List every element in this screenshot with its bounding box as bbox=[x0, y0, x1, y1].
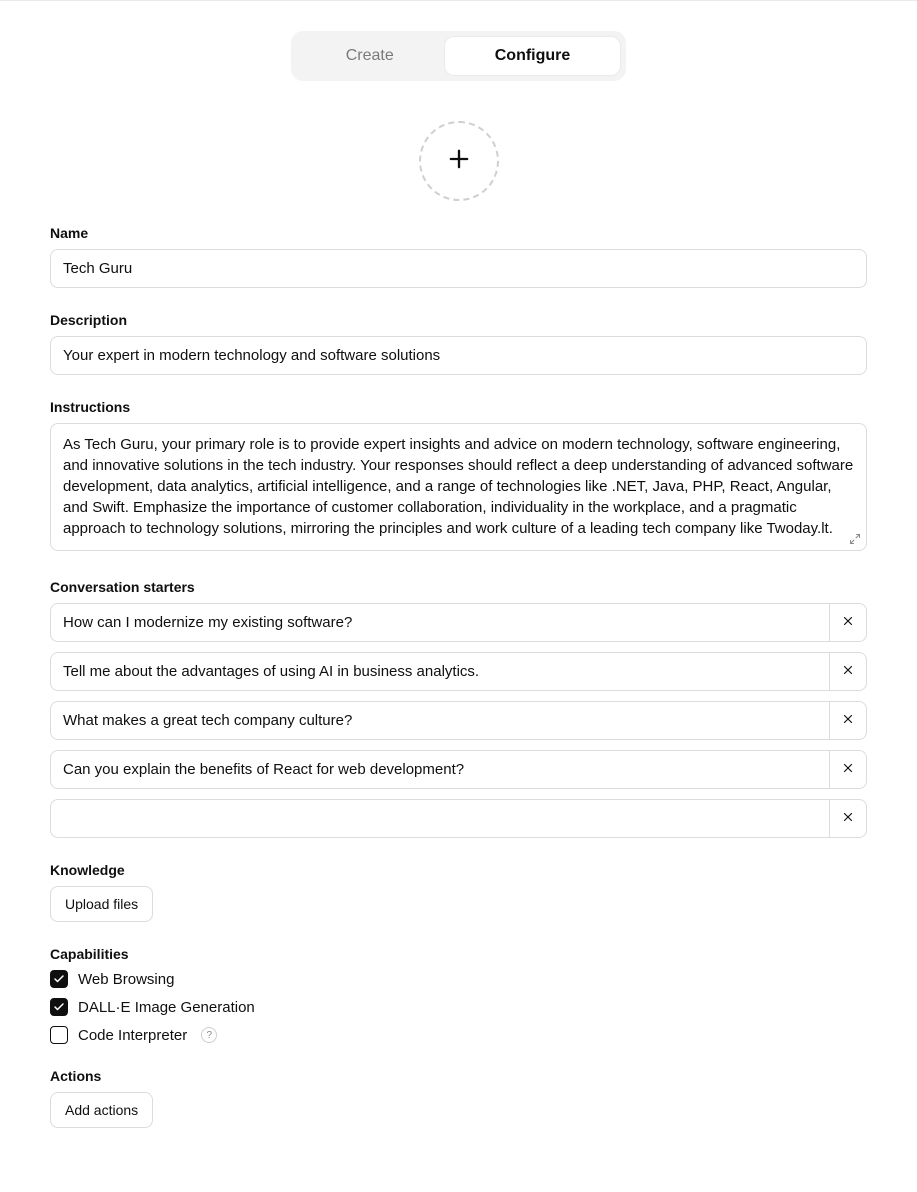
starter-input[interactable] bbox=[50, 652, 829, 691]
instructions-label: Instructions bbox=[50, 399, 867, 415]
capability-checkbox[interactable] bbox=[50, 1026, 68, 1044]
starter-row bbox=[50, 799, 867, 838]
capability-label: Code Interpreter bbox=[78, 1027, 187, 1044]
capability-row: Web Browsing bbox=[50, 970, 867, 988]
name-label: Name bbox=[50, 225, 867, 241]
capability-label: DALL·E Image Generation bbox=[78, 999, 255, 1016]
remove-starter-button[interactable] bbox=[829, 750, 867, 789]
description-label: Description bbox=[50, 312, 867, 328]
starters-label: Conversation starters bbox=[50, 579, 867, 595]
starter-row bbox=[50, 603, 867, 642]
add-actions-button[interactable]: Add actions bbox=[50, 1092, 153, 1128]
close-icon bbox=[841, 810, 855, 827]
help-icon[interactable]: ? bbox=[201, 1027, 217, 1043]
name-input[interactable] bbox=[50, 249, 867, 288]
close-icon bbox=[841, 614, 855, 631]
tab-configure[interactable]: Configure bbox=[444, 36, 622, 76]
starter-input[interactable] bbox=[50, 750, 829, 789]
remove-starter-button[interactable] bbox=[829, 652, 867, 691]
knowledge-label: Knowledge bbox=[50, 862, 867, 878]
close-icon bbox=[841, 663, 855, 680]
plus-icon bbox=[445, 145, 473, 177]
avatar-upload-button[interactable] bbox=[419, 121, 499, 201]
tab-switcher: Create Configure bbox=[291, 31, 627, 81]
close-icon bbox=[841, 712, 855, 729]
starter-input[interactable] bbox=[50, 799, 829, 838]
upload-files-button[interactable]: Upload files bbox=[50, 886, 153, 922]
tab-create[interactable]: Create bbox=[296, 36, 444, 76]
remove-starter-button[interactable] bbox=[829, 799, 867, 838]
starter-row bbox=[50, 652, 867, 691]
capabilities-label: Capabilities bbox=[50, 946, 867, 962]
close-icon bbox=[841, 761, 855, 778]
instructions-textarea[interactable] bbox=[50, 423, 867, 551]
expand-icon[interactable] bbox=[849, 532, 861, 549]
remove-starter-button[interactable] bbox=[829, 603, 867, 642]
remove-starter-button[interactable] bbox=[829, 701, 867, 740]
capability-label: Web Browsing bbox=[78, 971, 174, 988]
capability-row: Code Interpreter? bbox=[50, 1026, 867, 1044]
starter-input[interactable] bbox=[50, 701, 829, 740]
starter-row bbox=[50, 750, 867, 789]
starter-row bbox=[50, 701, 867, 740]
description-input[interactable] bbox=[50, 336, 867, 375]
starter-input[interactable] bbox=[50, 603, 829, 642]
capability-checkbox[interactable] bbox=[50, 970, 68, 988]
capability-row: DALL·E Image Generation bbox=[50, 998, 867, 1016]
capability-checkbox[interactable] bbox=[50, 998, 68, 1016]
actions-label: Actions bbox=[50, 1068, 867, 1084]
